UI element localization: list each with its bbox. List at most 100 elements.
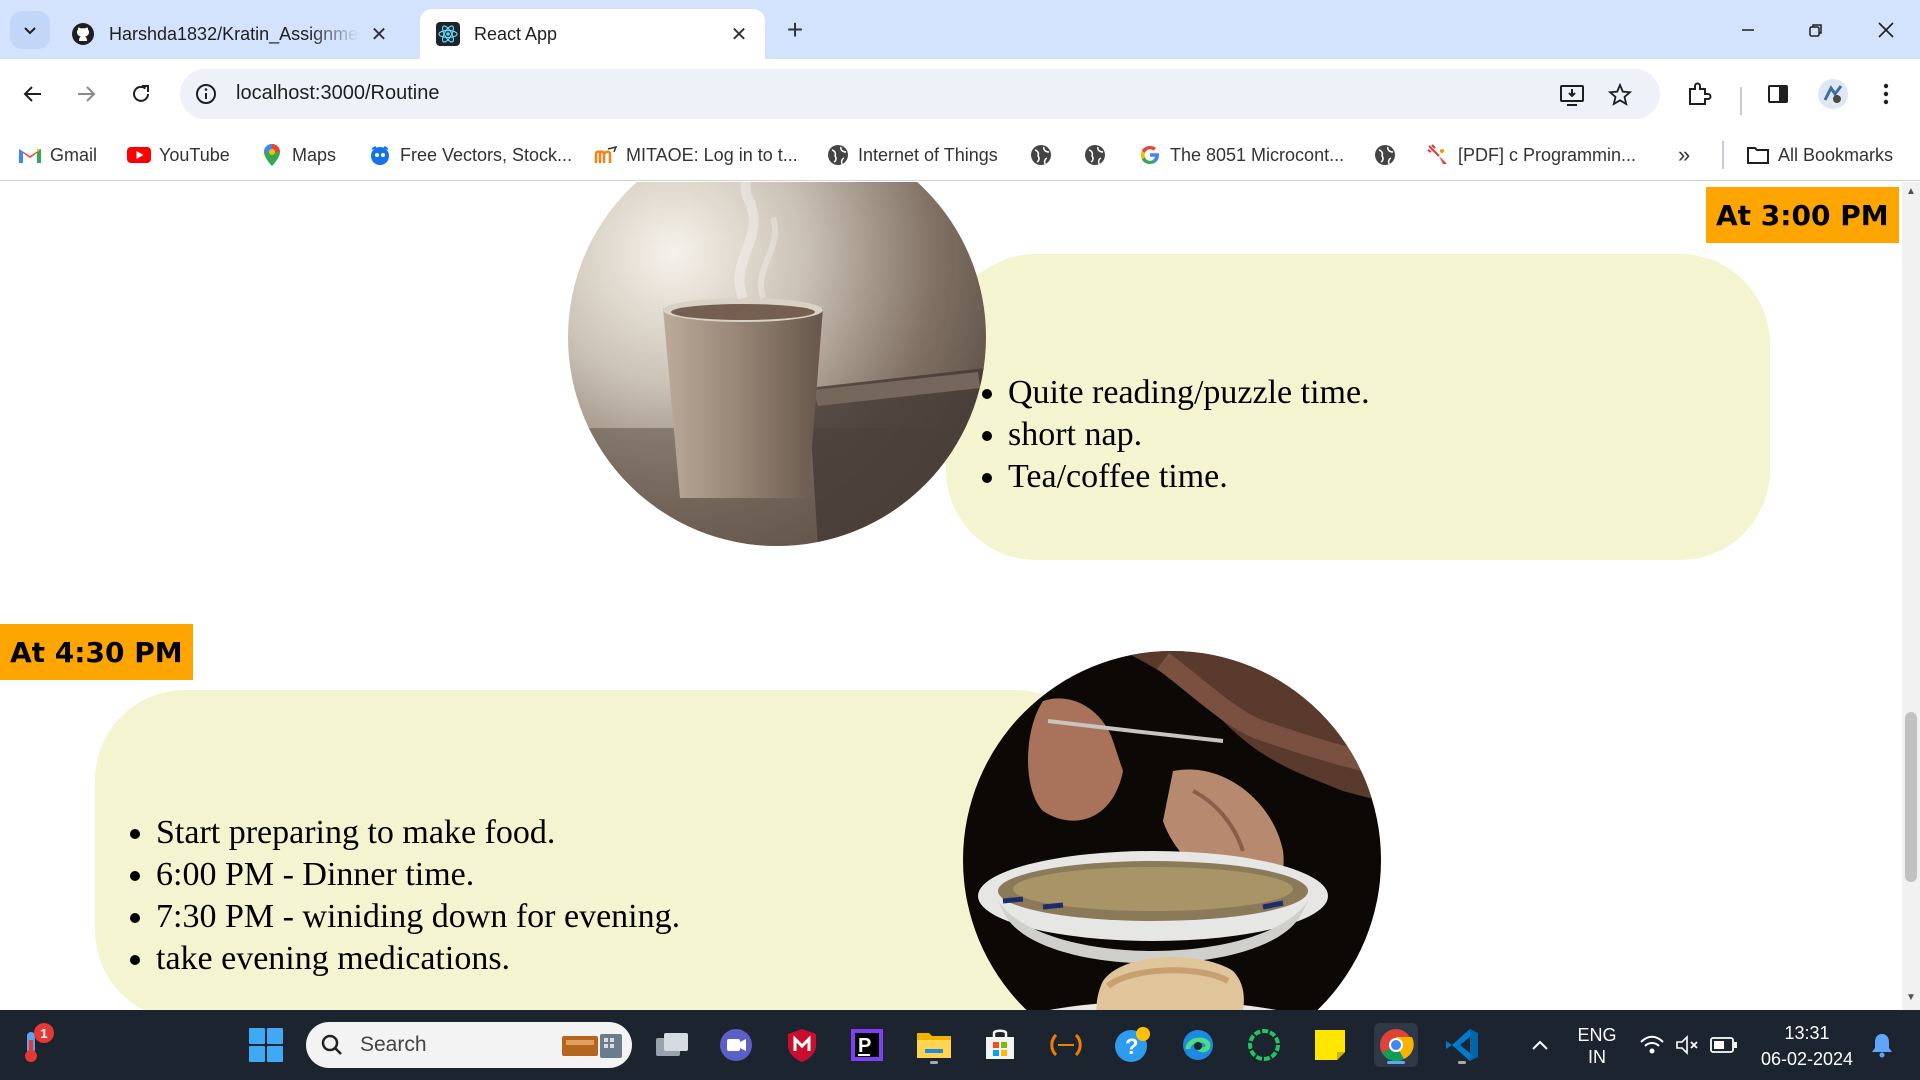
bookmark-globe-1[interactable] [1029,139,1061,171]
react-icon [436,22,460,46]
close-tab-icon[interactable]: ✕ [367,22,391,46]
clock[interactable]: 13:31 06-02-2024 [1752,1020,1862,1072]
forward-icon[interactable] [68,76,104,112]
file-explorer-icon[interactable] [912,1023,956,1067]
bookmark-youtube[interactable]: YouTube [127,139,230,171]
google-icon [1138,143,1162,167]
activity-item: Quite reading/puzzle time. [1008,372,1370,414]
site-info-icon[interactable] [194,82,218,106]
globe-icon [1029,143,1053,167]
all-bookmarks-button[interactable]: All Bookmarks [1746,139,1893,171]
running-indicator [1458,1061,1466,1064]
scroll-down-icon[interactable]: ▼ [1906,992,1916,1003]
mcafee-icon[interactable] [780,1023,824,1067]
all-bookmarks-label: All Bookmarks [1778,144,1894,165]
profile-avatar[interactable] [1815,76,1851,112]
notification-bell-icon[interactable] [1860,1023,1904,1067]
time-badge-430pm: At 4:30 PM [0,624,193,680]
help-app-icon[interactable]: ? [1110,1023,1154,1067]
close-tab-icon[interactable]: ✕ [727,22,751,46]
microsoft-store-icon[interactable] [978,1023,1022,1067]
tab-react-app[interactable]: React App ✕ [420,9,765,59]
extensions-icon[interactable] [1681,76,1717,112]
running-indicator [1387,1061,1405,1064]
tab-bar: Harshda1832/Kratin_Assignment ✕ React Ap… [0,0,1920,59]
bookmark-label: [PDF] c Programmin... [1458,144,1637,165]
lang-bottom: IN [1588,1047,1606,1067]
chrome-icon[interactable] [1374,1023,1418,1067]
activity-list: Start preparing to make food. 6:00 PM - … [156,812,680,980]
edge-browser-icon[interactable] [1176,1023,1220,1067]
globe-icon [1373,143,1397,167]
freepik-icon [368,143,392,167]
bookmark-8051[interactable]: The 8051 Microcont... [1138,139,1344,171]
globe-icon [1083,143,1107,167]
activity-list: Quite reading/puzzle time. short nap. Te… [1008,372,1370,498]
bookmark-pdf-c-programming[interactable]: [PDF] c Programmin... [1426,139,1636,171]
tab-title: Harshda1832/Kratin_Assignment [109,23,359,44]
bookmark-globe-2[interactable] [1083,139,1115,171]
bookmark-star-icon[interactable] [1606,81,1634,109]
start-button[interactable] [244,1023,288,1067]
bookmarks-bar: Gmail YouTube Maps Free Vectors, Stock..… [0,129,1920,181]
eclipse-icon[interactable] [1044,1023,1088,1067]
windows-taskbar: 1 Search P ? ENG IN 13:31 06-02-2024 [0,1010,1920,1080]
bookmark-mitaoe[interactable]: MITAOE: Log in to t... [594,139,798,171]
bookmark-globe-3[interactable] [1373,139,1405,171]
url-text: localhost:3000/Routine [236,82,440,104]
bookmark-label: Maps [292,144,337,165]
back-icon[interactable] [15,76,51,112]
vscode-icon[interactable] [1440,1023,1484,1067]
activity-item: 6:00 PM - Dinner time. [156,854,680,896]
browser-toolbar: localhost:3000/Routine [0,59,1920,129]
show-hidden-icons-chevron[interactable] [1518,1023,1562,1067]
globe-icon [826,143,850,167]
activity-item: short nap. [1008,414,1370,456]
bookmark-maps[interactable]: Maps [260,139,336,171]
reload-icon[interactable] [123,76,159,112]
address-bar[interactable]: localhost:3000/Routine [180,69,1660,119]
maps-icon [260,143,284,167]
battery-icon[interactable] [1702,1023,1746,1067]
bookmarks-overflow-button[interactable]: » [1678,139,1690,171]
page-scrollbar[interactable]: ▲ ▼ [1902,182,1920,1010]
weather-widget[interactable]: 1 [10,1023,54,1067]
minimize-icon[interactable] [1724,12,1772,48]
cortana-ring-icon[interactable] [1242,1023,1286,1067]
tab-github[interactable]: Harshda1832/Kratin_Assignment ✕ [55,9,405,59]
clock-time: 13:31 [1784,1023,1830,1043]
activity-item: Start preparing to make food. [156,812,680,854]
teams-chat-icon[interactable] [714,1023,758,1067]
time-badge-3pm: At 3:00 PM [1706,187,1899,243]
task-view-icon[interactable] [650,1023,694,1067]
close-window-icon[interactable] [1862,12,1910,48]
tab-search-button[interactable] [10,11,50,49]
bookmark-label: Internet of Things [858,144,998,165]
bookmark-internet-of-things[interactable]: Internet of Things [826,139,998,171]
sticky-notes-icon[interactable] [1308,1023,1352,1067]
search-placeholder: Search [360,1033,427,1056]
youtube-icon [127,143,151,167]
running-indicator [930,1061,938,1064]
svg-text:?: ? [1125,1034,1138,1059]
bookmark-gmail[interactable]: Gmail [18,139,97,171]
windows-logo-icon [249,1028,283,1062]
bookmark-label: Gmail [50,144,98,165]
notification-badge: 1 [34,1023,54,1043]
side-panel-icon[interactable] [1760,76,1796,112]
taskbar-search[interactable]: Search [306,1022,632,1068]
search-highlight-icon [562,1034,622,1058]
lang-top: ENG [1577,1025,1617,1045]
tab-title: React App [474,23,558,44]
pycharm-icon[interactable]: P [845,1023,889,1067]
scrollbar-thumb[interactable] [1905,712,1917,882]
new-tab-button[interactable]: + [780,14,810,45]
restore-icon[interactable] [1792,12,1840,48]
scroll-up-icon[interactable]: ▲ [1906,186,1916,197]
install-app-icon[interactable] [1558,81,1586,109]
bookmark-freepik[interactable]: Free Vectors, Stock... [368,139,572,171]
activity-item: 7:30 PM - winiding down for evening. [156,896,680,938]
language-indicator[interactable]: ENG IN [1574,1024,1620,1068]
pdf-icon [1426,143,1450,167]
menu-kebab-icon[interactable] [1868,76,1904,112]
